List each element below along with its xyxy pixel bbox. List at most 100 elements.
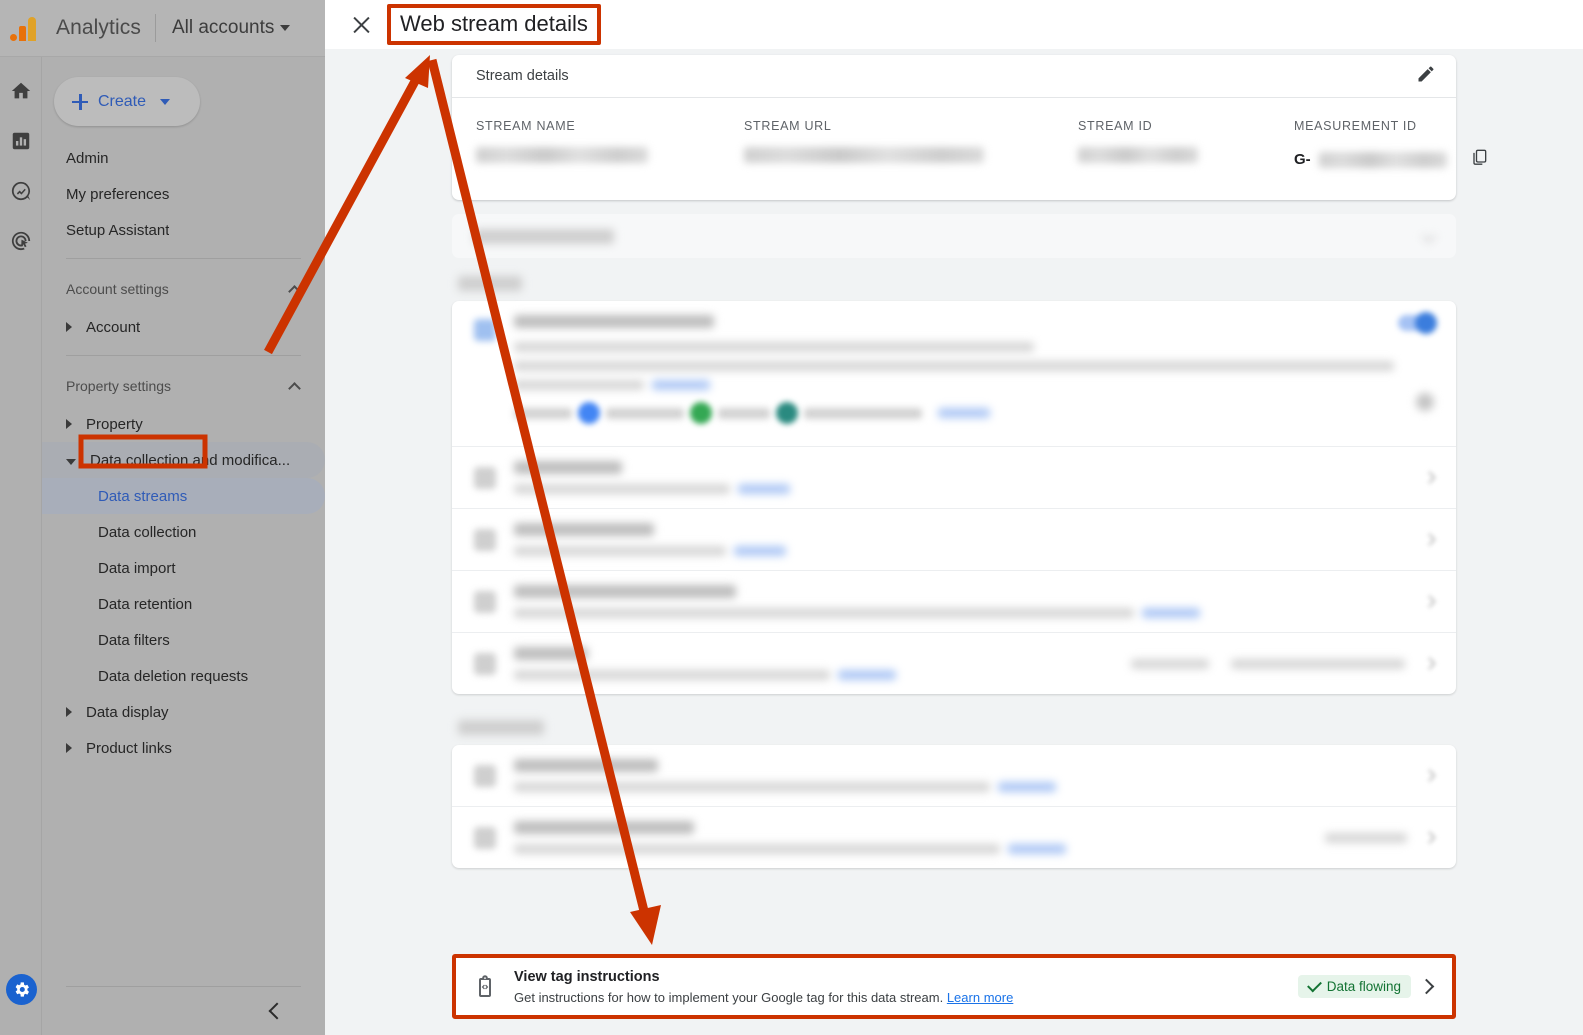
chip-dot-green-icon [690,402,712,424]
row-body [514,585,1425,618]
stream-name-cell: STREAM NAME [476,119,744,172]
learn-more-link-placeholder[interactable] [1008,844,1066,854]
sidebar-item-data-deletion-requests[interactable]: Data deletion requests [42,658,325,694]
sidebar-item-label: Data streams [98,487,188,505]
sidebar-item-data-collection-and-modification[interactable]: Data collection and modifica... [42,442,325,478]
row-icon [474,466,496,489]
sidebar-item-data-filters[interactable]: Data filters [42,622,325,658]
chip-label-placeholder [804,407,922,419]
row-title-placeholder [514,315,714,328]
row-title-placeholder [514,585,736,598]
chevron-down-icon [280,25,291,31]
brand-title: Analytics [56,16,141,39]
collapsed-section-placeholder[interactable] [452,214,1456,258]
learn-more-link-placeholder[interactable] [738,484,790,494]
events-card [452,301,1456,694]
reports-icon[interactable] [9,129,33,153]
sidebar-item-label: My preferences [66,185,170,203]
gear-icon[interactable] [6,974,37,1005]
banner-text: View tag instructions Get instructions f… [514,968,1298,1005]
chevron-right-icon [1423,471,1436,484]
row-body [514,461,1425,494]
sidebar-group-label: Property settings [66,378,172,394]
row-title-placeholder [514,759,658,772]
chevron-icon [1421,228,1437,244]
collapse-sidebar-icon[interactable] [268,1002,286,1020]
sidebar-item-property[interactable]: Property [42,406,325,442]
row-title-placeholder [514,523,654,536]
row-desc-placeholder [514,844,1000,854]
learn-more-link-placeholder[interactable] [734,546,786,556]
row-meta-placeholder [1325,832,1407,843]
triangle-right-icon [66,322,72,332]
stream-url-cell: STREAM URL [744,119,1078,172]
sidebar-item-label: Admin [66,149,109,167]
google-tag-section-title-placeholder [458,720,544,735]
chip-label-placeholder [514,407,572,419]
sidebar-item-label: Data filters [98,631,170,649]
enhanced-measurement-toggle[interactable] [1398,312,1437,334]
row-body [514,821,1325,854]
chevron-up-icon [288,381,301,395]
stream-name-label: STREAM NAME [476,119,576,133]
learn-more-link-placeholder[interactable] [998,782,1056,792]
measurement-id-label: MEASUREMENT ID [1294,119,1417,133]
sidebar-group-property-settings[interactable]: Property settings [42,366,325,406]
chevron-right-icon [1423,533,1436,546]
sidebar-item-account[interactable]: Account [42,309,325,345]
create-button-label: Create [98,92,147,110]
learn-more-link-placeholder[interactable] [652,380,710,390]
learn-more-link-placeholder[interactable] [838,670,896,680]
learn-more-link-placeholder[interactable] [1142,608,1200,618]
more-link-placeholder[interactable] [938,408,990,418]
view-tag-instructions-banner[interactable]: View tag instructions Get instructions f… [456,958,1452,1015]
triangle-right-icon [66,743,72,753]
list-item[interactable] [452,509,1456,571]
create-button[interactable]: Create [54,77,200,126]
sidebar-item-product-links[interactable]: Product links [42,730,325,766]
chevron-right-icon[interactable] [1418,978,1435,995]
sidebar-item-data-import[interactable]: Data import [42,550,325,586]
home-icon[interactable] [9,79,33,103]
sidebar-item-label: Data collection [98,523,197,541]
sidebar-group-label: Account settings [66,281,169,297]
list-item[interactable] [452,633,1456,694]
sidebar-group-account-settings[interactable]: Account settings [42,269,325,309]
row-desc-placeholder [514,670,830,680]
stream-details-title: Stream details [476,68,569,84]
edit-pencil-icon[interactable] [1416,64,1436,88]
sidebar-item-data-retention[interactable]: Data retention [42,586,325,622]
copy-icon[interactable] [1469,147,1489,172]
sidebar-item-data-display[interactable]: Data display [42,694,325,730]
close-icon[interactable] [351,14,373,36]
account-selector[interactable]: All accounts [171,17,291,39]
sidebar-item-my-preferences[interactable]: My preferences [42,176,325,212]
account-selector-label: All accounts [171,17,275,38]
list-item[interactable] [452,807,1456,868]
sidebar-item-setup-assistant[interactable]: Setup Assistant [42,212,325,248]
advertising-icon[interactable] [9,229,33,253]
stream-name-value [476,147,648,163]
chevron-up-icon [288,284,301,298]
row-desc-placeholder [514,484,730,494]
list-item[interactable] [452,571,1456,633]
sidebar-item-label: Property [86,415,143,433]
sidebar-item-data-collection[interactable]: Data collection [42,514,325,550]
banner-subtitle-text: Get instructions for how to implement yo… [514,990,944,1005]
explore-icon[interactable] [9,179,33,203]
sidebar-item-admin[interactable]: Admin [42,140,325,176]
stream-url-value [744,147,984,163]
measurement-id-cell: MEASUREMENT ID G- [1294,119,1489,172]
measurement-chips [514,402,1398,424]
list-item[interactable] [452,447,1456,509]
stream-details-grid: STREAM NAME STREAM URL STREAM ID MEASURE… [452,98,1487,200]
google-tag-card [452,745,1456,868]
list-item[interactable] [452,745,1456,807]
sidebar-item-data-streams[interactable]: Data streams [42,478,325,514]
settings-gear-icon[interactable] [1416,393,1434,411]
triangle-right-icon [66,419,72,429]
divider [66,986,301,987]
nav-list: Admin My preferences Setup Assistant Acc… [42,140,325,766]
enhanced-measurement-row[interactable] [452,301,1456,447]
learn-more-link[interactable]: Learn more [947,990,1013,1005]
